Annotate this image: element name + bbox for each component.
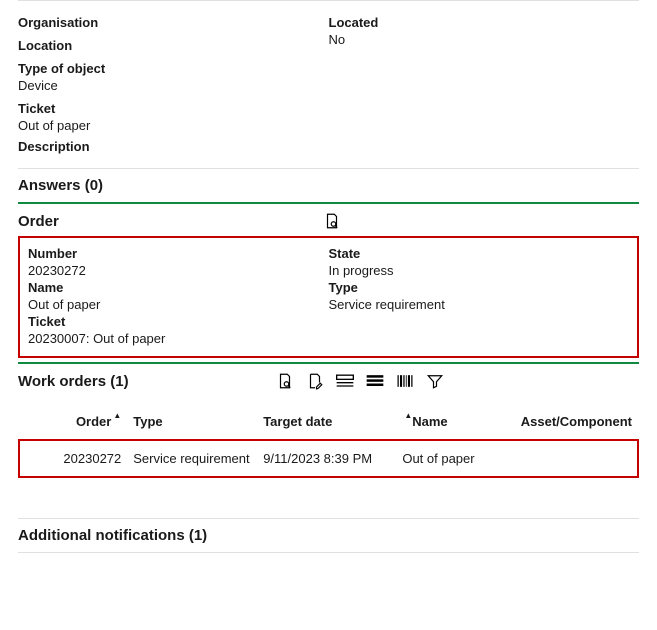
order-ticket-value: 20230007: Out of paper bbox=[28, 331, 329, 346]
cell-target-date: 9/11/2023 8:39 PM bbox=[257, 440, 396, 477]
cell-order: 20230272 bbox=[19, 440, 127, 477]
additional-notifications-heading[interactable]: Additional notifications (1) bbox=[18, 519, 639, 552]
located-value: No bbox=[329, 32, 640, 47]
order-heading: Order bbox=[18, 213, 59, 230]
order-type-label: Type bbox=[329, 280, 630, 295]
order-summary-box: Number 20230272 Name Out of paper Ticket… bbox=[18, 236, 639, 358]
organisation-label: Organisation bbox=[18, 15, 329, 30]
cell-asset bbox=[515, 440, 638, 477]
col-order[interactable]: Order▲ bbox=[19, 404, 127, 440]
ticket-label: Ticket bbox=[18, 101, 329, 116]
col-asset[interactable]: Asset/Component bbox=[515, 404, 638, 440]
order-number-label: Number bbox=[28, 246, 329, 261]
table-row[interactable]: 20230272 Service requirement 9/11/2023 8… bbox=[19, 440, 638, 477]
work-orders-heading[interactable]: Work orders (1) bbox=[18, 373, 129, 390]
filter-icon[interactable] bbox=[423, 370, 447, 392]
description-label: Description bbox=[18, 139, 329, 154]
cell-type: Service requirement bbox=[127, 440, 257, 477]
sort-asc-icon: ▲ bbox=[113, 412, 121, 420]
cell-name: Out of paper bbox=[396, 440, 514, 477]
order-name-label: Name bbox=[28, 280, 329, 295]
order-state-value: In progress bbox=[329, 263, 630, 278]
view-icon[interactable] bbox=[320, 210, 344, 232]
type-of-object-value: Device bbox=[18, 78, 329, 93]
table-header-row: Order▲ Type Target date ▲Name Asset/Comp… bbox=[19, 404, 638, 440]
answers-heading[interactable]: Answers (0) bbox=[18, 169, 639, 202]
card-view-icon[interactable] bbox=[333, 370, 357, 392]
edit-icon[interactable] bbox=[303, 370, 327, 392]
view-icon[interactable] bbox=[273, 370, 297, 392]
order-name-value: Out of paper bbox=[28, 297, 329, 312]
list-view-icon[interactable] bbox=[363, 370, 387, 392]
work-orders-toolbar bbox=[273, 370, 447, 392]
type-of-object-label: Type of object bbox=[18, 61, 329, 76]
col-name[interactable]: ▲Name bbox=[396, 404, 514, 440]
order-number-value: 20230272 bbox=[28, 263, 329, 278]
order-type-value: Service requirement bbox=[329, 297, 630, 312]
location-label: Location bbox=[18, 38, 329, 53]
col-target-date[interactable]: Target date bbox=[257, 404, 396, 440]
work-orders-table: Order▲ Type Target date ▲Name Asset/Comp… bbox=[18, 404, 639, 478]
barcode-icon[interactable] bbox=[393, 370, 417, 392]
col-type[interactable]: Type bbox=[127, 404, 257, 440]
order-ticket-label: Ticket bbox=[28, 314, 329, 329]
ticket-value: Out of paper bbox=[18, 118, 329, 133]
details-block: Organisation Location Type of object Dev… bbox=[18, 1, 639, 168]
located-label: Located bbox=[329, 15, 640, 30]
order-state-label: State bbox=[329, 246, 630, 261]
sort-asc-icon: ▲ bbox=[404, 412, 412, 420]
